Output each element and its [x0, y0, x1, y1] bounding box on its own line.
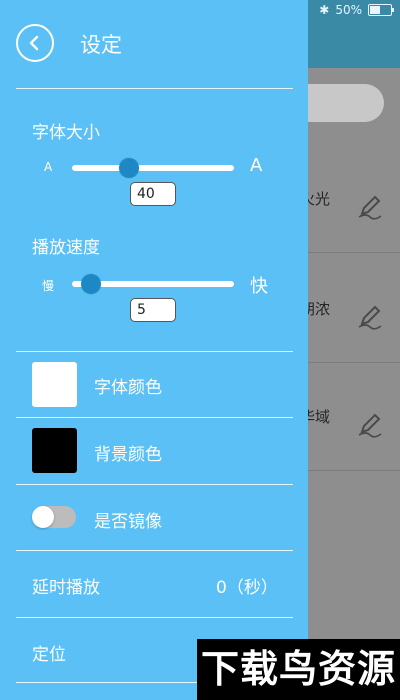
- divider: [16, 351, 293, 352]
- list-item[interactable]: 胡浓: [300, 252, 400, 363]
- mirror-toggle[interactable]: [32, 506, 76, 528]
- background-color-swatch[interactable]: [32, 428, 77, 473]
- drawer-header: 设定: [0, 0, 308, 88]
- font-size-label: 字体大小: [32, 123, 100, 143]
- speed-slider-thumb[interactable]: [81, 274, 102, 294]
- chevron-left-icon: [29, 35, 39, 51]
- speed-value-box[interactable]: 5: [130, 298, 176, 322]
- position-label[interactable]: 定位: [32, 640, 66, 665]
- edit-pen-icon[interactable]: [356, 302, 384, 330]
- drawer-title: 设定: [80, 33, 122, 57]
- delay-value[interactable]: 0（秒）: [216, 573, 278, 598]
- edit-pen-icon[interactable]: [356, 192, 384, 220]
- divider: [16, 484, 293, 485]
- speed-min-label: 慢: [42, 279, 55, 293]
- font-size-min-label: A: [44, 160, 53, 174]
- battery-percent: 50%: [335, 3, 362, 17]
- divider: [16, 617, 293, 618]
- battery-icon: [368, 4, 394, 16]
- back-button[interactable]: [16, 24, 54, 62]
- settings-drawer: 设定 字体大小 A A 40 播放速度 慢 快 5 字体颜色 背景颜色 是否镜像…: [0, 0, 308, 700]
- font-size-max-label: A: [250, 155, 263, 176]
- mirror-label: 是否镜像: [94, 512, 162, 532]
- background-color-label[interactable]: 背景颜色: [94, 440, 162, 465]
- divider: [16, 550, 293, 551]
- font-size-slider-thumb[interactable]: [118, 158, 139, 178]
- font-size-slider[interactable]: [72, 165, 234, 171]
- list-item[interactable]: 火光: [300, 142, 400, 253]
- divider: [16, 417, 293, 418]
- speed-max-label: 快: [250, 276, 268, 297]
- font-color-swatch[interactable]: [32, 362, 77, 407]
- delay-label[interactable]: 延时播放: [32, 573, 100, 598]
- font-color-label[interactable]: 字体颜色: [94, 373, 162, 398]
- status-right: ✱ 50%: [319, 3, 394, 17]
- divider: [16, 88, 293, 89]
- speed-label: 播放速度: [32, 238, 100, 258]
- bluetooth-icon: ✱: [319, 3, 330, 17]
- font-size-value-box[interactable]: 40: [130, 182, 176, 206]
- list-item[interactable]: 华域: [300, 360, 400, 471]
- mirror-toggle-knob: [32, 506, 54, 528]
- watermark-logo: 下载鸟资源: [197, 639, 400, 700]
- edit-pen-icon[interactable]: [356, 410, 384, 438]
